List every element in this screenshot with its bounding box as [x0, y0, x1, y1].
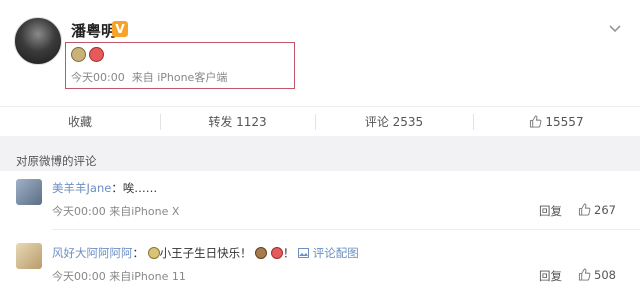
weibo-post: 潘粤明 V 今天00:00 来自 iPhone客户端: [0, 0, 640, 106]
comment-image-link[interactable]: 评论配图: [298, 246, 359, 260]
like-count: 15557: [545, 115, 584, 129]
favorite-button[interactable]: 收藏: [0, 107, 160, 137]
image-icon: [298, 248, 310, 258]
comment-meta: 今天00:00 来自iPhone X: [52, 203, 179, 219]
comment-like-button[interactable]: 267: [578, 203, 616, 217]
comment-body: 风好大阿阿阿阿： 小王子生日快乐！ ！ 评论配图: [52, 245, 359, 261]
comment-username[interactable]: 美羊羊Jane: [52, 181, 111, 195]
author-avatar[interactable]: [14, 17, 62, 65]
comment-text-suffix: ！: [282, 246, 295, 260]
star-emoji-icon: [147, 247, 160, 259]
comment-text: 唉……: [122, 181, 158, 195]
comment-like-button[interactable]: 508: [578, 268, 616, 282]
thumbs-up-icon: [578, 268, 591, 281]
hammer-emoji-icon: [270, 247, 283, 259]
cake-emoji-icon: [255, 247, 268, 259]
thumbs-up-icon: [530, 115, 542, 128]
comment-user-avatar[interactable]: [16, 243, 42, 269]
post-action-bar: 收藏 转发 1123 评论 2535 15557: [0, 106, 640, 136]
repost-button[interactable]: 转发 1123: [160, 107, 315, 137]
thumbs-up-icon: [578, 203, 591, 216]
comment-meta: 今天00:00 来自iPhone 11: [52, 268, 186, 284]
like-button[interactable]: 15557: [473, 107, 640, 137]
hammer-emoji-icon: [89, 47, 104, 62]
comment-username[interactable]: 风好大阿阿阿阿: [52, 246, 133, 260]
reply-button[interactable]: 回复: [539, 268, 562, 284]
comment-time: 今天00:00: [52, 205, 106, 218]
reply-button[interactable]: 回复: [539, 203, 562, 219]
comment-separator: ：: [111, 181, 123, 195]
comment-source: 来自iPhone X: [109, 205, 180, 218]
comment-like-count: 508: [594, 268, 616, 282]
post-content-highlight: 今天00:00 来自 iPhone客户端: [65, 42, 295, 89]
post-meta: 今天00:00 来自 iPhone客户端: [71, 69, 227, 85]
verified-badge-icon: V: [112, 21, 128, 37]
comment-body: 美羊羊Jane：唉……: [52, 180, 157, 196]
comment-source: 来自iPhone 11: [109, 270, 186, 283]
comment-time: 今天00:00: [52, 270, 106, 283]
comment-button[interactable]: 评论 2535: [315, 107, 473, 137]
comment-divider: [52, 229, 640, 230]
comment-user-avatar[interactable]: [16, 179, 42, 205]
post-source[interactable]: 来自 iPhone客户端: [132, 71, 228, 84]
comment-list: 美羊羊Jane：唉…… 今天00:00 来自iPhone X 回复 267 风好…: [0, 171, 640, 293]
comment-like-count: 267: [594, 203, 616, 217]
comment-text: 小王子生日快乐！: [159, 246, 252, 260]
chevron-down-icon[interactable]: [608, 22, 622, 36]
comment-separator: ：: [132, 246, 145, 260]
post-time: 今天00:00: [71, 71, 125, 84]
comment-image-link-label[interactable]: 评论配图: [313, 246, 359, 260]
wolf-emoji-icon: [71, 47, 86, 62]
comments-section-title: 对原微博的评论: [16, 154, 97, 168]
author-name[interactable]: 潘粤明: [71, 20, 116, 41]
